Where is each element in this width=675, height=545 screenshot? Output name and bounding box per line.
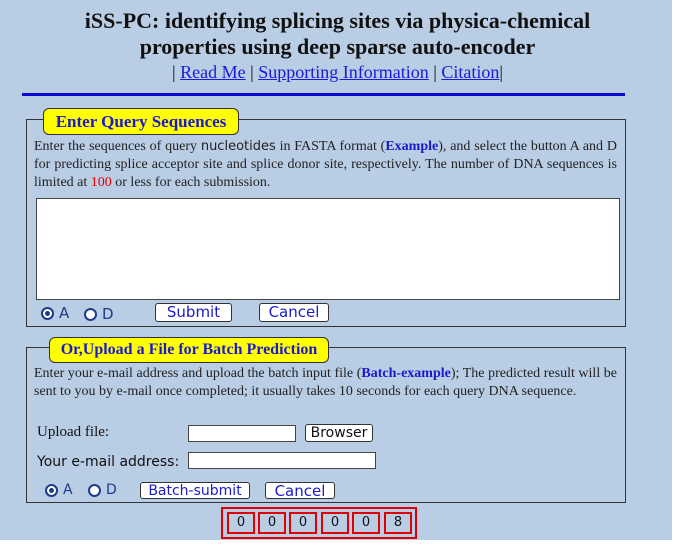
sequence-input[interactable] xyxy=(36,198,620,300)
radio-unselected-icon[interactable] xyxy=(84,307,97,321)
email-label: Your e-mail address: xyxy=(37,454,180,470)
batch-instructions: Enter your e-mail address and upload the… xyxy=(34,365,617,401)
radio-label: D xyxy=(102,305,114,323)
batch-example-link[interactable]: Batch-example xyxy=(361,366,450,381)
separator: | xyxy=(250,62,254,82)
page-background: iSS-PC: identifying splicing sites via p… xyxy=(0,0,672,540)
radio-label: A xyxy=(63,482,73,498)
text: Enter your e-mail address and upload the… xyxy=(34,366,362,381)
radio-selected-icon[interactable] xyxy=(41,306,54,320)
radio-label: A xyxy=(59,304,70,322)
batch-cancel-button[interactable]: Cancel xyxy=(265,482,335,500)
batch-section-legend: Or,Upload a File for Batch Prediction xyxy=(49,337,329,363)
batch-radio-donor[interactable]: D xyxy=(88,482,117,498)
radio-acceptor[interactable]: A xyxy=(41,304,69,322)
submit-button[interactable]: Submit xyxy=(155,303,232,322)
separator: | xyxy=(433,62,437,82)
visit-counter: 0 0 0 0 0 8 xyxy=(221,507,417,539)
upload-file-input[interactable] xyxy=(188,425,296,442)
separator: | xyxy=(172,62,176,82)
separator: | xyxy=(499,62,503,82)
browse-button[interactable]: Browser xyxy=(305,424,373,442)
cancel-button[interactable]: Cancel xyxy=(259,303,329,322)
read-me-link[interactable]: Read Me xyxy=(180,62,245,82)
sequence-limit: 100 xyxy=(90,175,112,190)
batch-submit-button[interactable]: Batch-submit xyxy=(140,482,250,499)
example-link[interactable]: Example xyxy=(385,139,438,154)
email-input[interactable] xyxy=(188,452,376,469)
text: Enter the sequences of query xyxy=(34,139,201,154)
title-line-1: iSS-PC: identifying splicing sites via p… xyxy=(84,8,591,33)
radio-unselected-icon[interactable] xyxy=(88,483,101,497)
text: nucleotides xyxy=(200,139,276,154)
counter-digit: 0 xyxy=(321,512,349,534)
page-title: iSS-PC: identifying splicing sites via p… xyxy=(0,8,675,60)
upload-file-label: Upload file: xyxy=(37,424,110,440)
radio-selected-icon[interactable] xyxy=(45,483,58,497)
nav-links: | Read Me | Supporting Information | Cit… xyxy=(0,62,675,83)
supporting-information-link[interactable]: Supporting Information xyxy=(258,62,428,82)
counter-digit: 8 xyxy=(384,512,412,534)
text: in FASTA format ( xyxy=(275,139,386,154)
header-divider xyxy=(22,93,625,96)
citation-link[interactable]: Citation xyxy=(441,62,499,82)
counter-digit: 0 xyxy=(258,512,286,534)
text: or less for each submission. xyxy=(111,175,271,190)
query-section-legend: Enter Query Sequences xyxy=(43,108,239,135)
query-instructions: Enter the sequences of query nucleotides… xyxy=(34,138,617,192)
counter-digit: 0 xyxy=(289,512,317,534)
radio-donor[interactable]: D xyxy=(84,305,114,323)
counter-digit: 0 xyxy=(227,512,255,534)
radio-label: D xyxy=(106,482,117,498)
title-line-2: properties using deep sparse auto-encode… xyxy=(139,34,536,59)
batch-radio-acceptor[interactable]: A xyxy=(45,482,73,498)
counter-digit: 0 xyxy=(352,512,380,534)
